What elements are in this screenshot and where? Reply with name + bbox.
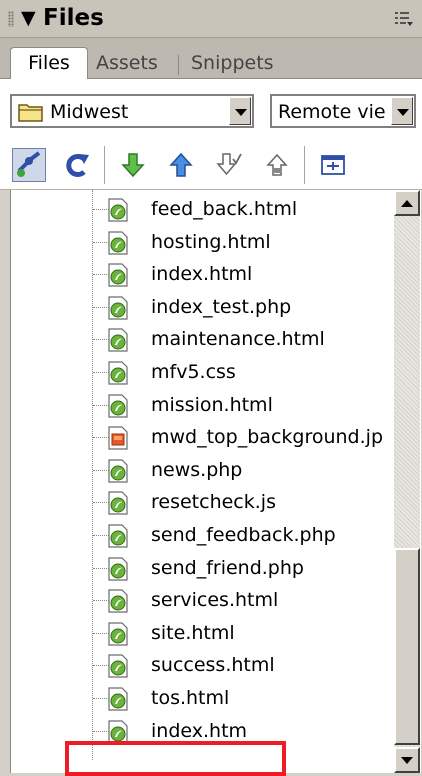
view-select-value: Remote vie bbox=[278, 101, 386, 123]
file-row[interactable]: success.html bbox=[11, 650, 397, 682]
connect-icon bbox=[17, 151, 41, 177]
tab-files[interactable]: Files bbox=[10, 47, 88, 79]
file-row[interactable]: tos.html bbox=[11, 683, 397, 715]
file-row[interactable]: services.html bbox=[11, 585, 397, 617]
site-select-value: Midwest bbox=[50, 101, 129, 123]
file-row[interactable]: send_friend.php bbox=[11, 553, 397, 585]
file-name: index_test.php bbox=[151, 295, 292, 318]
file-name: send_feedback.php bbox=[151, 524, 336, 546]
put-button[interactable] bbox=[164, 148, 198, 182]
check-out-icon bbox=[216, 153, 242, 176]
file-row[interactable]: site.html bbox=[11, 618, 397, 650]
check-in-button[interactable] bbox=[260, 148, 294, 182]
file-row[interactable]: feed_back.html bbox=[11, 194, 397, 226]
file-row[interactable]: resetcheck.js bbox=[11, 487, 397, 519]
check-in-icon bbox=[266, 153, 288, 176]
html-file-icon bbox=[108, 719, 128, 744]
vertical-scrollbar[interactable] bbox=[394, 190, 420, 773]
refresh-button[interactable] bbox=[60, 148, 94, 182]
files-panel: ▼ Files Files Assets Snippets Midwest Re… bbox=[0, 0, 422, 776]
html-file-icon bbox=[108, 263, 128, 287]
html-file-icon bbox=[108, 361, 128, 385]
toolbar-divider bbox=[104, 146, 105, 184]
file-row[interactable]: index.html bbox=[11, 259, 397, 291]
file-name: services.html bbox=[151, 589, 279, 612]
tab-assets[interactable]: Assets bbox=[96, 51, 158, 78]
html-file-icon bbox=[108, 491, 128, 515]
refresh-icon bbox=[66, 154, 89, 177]
expand-button[interactable] bbox=[316, 148, 350, 182]
file-list: feed_back.html hosting.html index.html inde… bbox=[10, 190, 421, 773]
html-file-icon bbox=[108, 589, 128, 613]
html-file-icon bbox=[108, 393, 128, 418]
connect-button[interactable] bbox=[12, 148, 46, 182]
file-row[interactable]: mission.html bbox=[11, 390, 397, 422]
file-name: index.html bbox=[151, 263, 253, 286]
file-name: send_friend.php bbox=[151, 556, 304, 579]
file-row[interactable]: index_test.php bbox=[11, 292, 397, 324]
html-file-icon bbox=[108, 328, 128, 352]
file-name: news.php bbox=[151, 458, 243, 481]
panel-title: Files bbox=[43, 5, 104, 31]
file-name: mwd_top_background.jp bbox=[151, 426, 383, 449]
chevron-down-icon[interactable] bbox=[229, 97, 251, 125]
highlight-box bbox=[65, 741, 286, 776]
check-out-button[interactable] bbox=[212, 148, 246, 182]
html-file-icon bbox=[108, 459, 128, 483]
file-name: index.htm bbox=[151, 719, 248, 742]
put-icon bbox=[169, 152, 193, 177]
file-name: success.html bbox=[151, 654, 275, 677]
file-row[interactable]: maintenance.html bbox=[11, 324, 397, 356]
html-file-icon bbox=[108, 230, 128, 255]
file-name: hosting.html bbox=[151, 230, 271, 253]
html-file-icon bbox=[108, 524, 128, 548]
html-file-icon bbox=[108, 296, 128, 320]
file-row[interactable]: mwd_top_background.jp bbox=[11, 422, 397, 454]
tab-divider bbox=[178, 55, 179, 75]
file-row[interactable]: mfv5.css bbox=[11, 357, 397, 389]
file-row[interactable]: send_feedback.php bbox=[11, 520, 397, 552]
get-icon bbox=[121, 153, 145, 178]
html-file-icon bbox=[108, 198, 128, 222]
site-select[interactable]: Midwest bbox=[10, 94, 254, 128]
image-file-icon bbox=[108, 426, 128, 450]
html-file-icon bbox=[108, 654, 128, 678]
panel-title-bar[interactable]: ▼ Files bbox=[0, 0, 422, 38]
scroll-up-button[interactable] bbox=[394, 190, 420, 216]
tab-snippets[interactable]: Snippets bbox=[191, 51, 274, 78]
file-name: site.html bbox=[151, 621, 235, 644]
toolbar-divider bbox=[304, 146, 305, 184]
view-select[interactable]: Remote vie bbox=[270, 94, 416, 128]
panel-options-icon[interactable] bbox=[394, 10, 414, 28]
file-row[interactable]: news.php bbox=[11, 455, 397, 487]
file-name: mission.html bbox=[151, 393, 273, 416]
chevron-down-icon[interactable] bbox=[391, 97, 413, 125]
panel-grip-icon[interactable] bbox=[8, 11, 14, 27]
expand-icon bbox=[321, 155, 345, 175]
html-file-icon bbox=[108, 622, 128, 646]
html-file-icon bbox=[108, 556, 128, 581]
file-name: maintenance.html bbox=[151, 328, 325, 351]
scrollbar-thumb[interactable] bbox=[394, 548, 420, 745]
collapse-arrow-icon[interactable]: ▼ bbox=[21, 8, 36, 28]
file-name: feed_back.html bbox=[151, 198, 298, 220]
scroll-down-button[interactable] bbox=[394, 747, 420, 773]
folder-icon bbox=[18, 104, 43, 122]
file-name: mfv5.css bbox=[151, 361, 236, 383]
html-file-icon bbox=[108, 687, 128, 711]
get-button[interactable] bbox=[116, 148, 150, 182]
file-name: resetcheck.js bbox=[151, 491, 276, 514]
file-row[interactable]: hosting.html bbox=[11, 227, 397, 259]
tab-bar: Files Assets Snippets bbox=[0, 38, 422, 79]
file-name: tos.html bbox=[151, 687, 230, 709]
